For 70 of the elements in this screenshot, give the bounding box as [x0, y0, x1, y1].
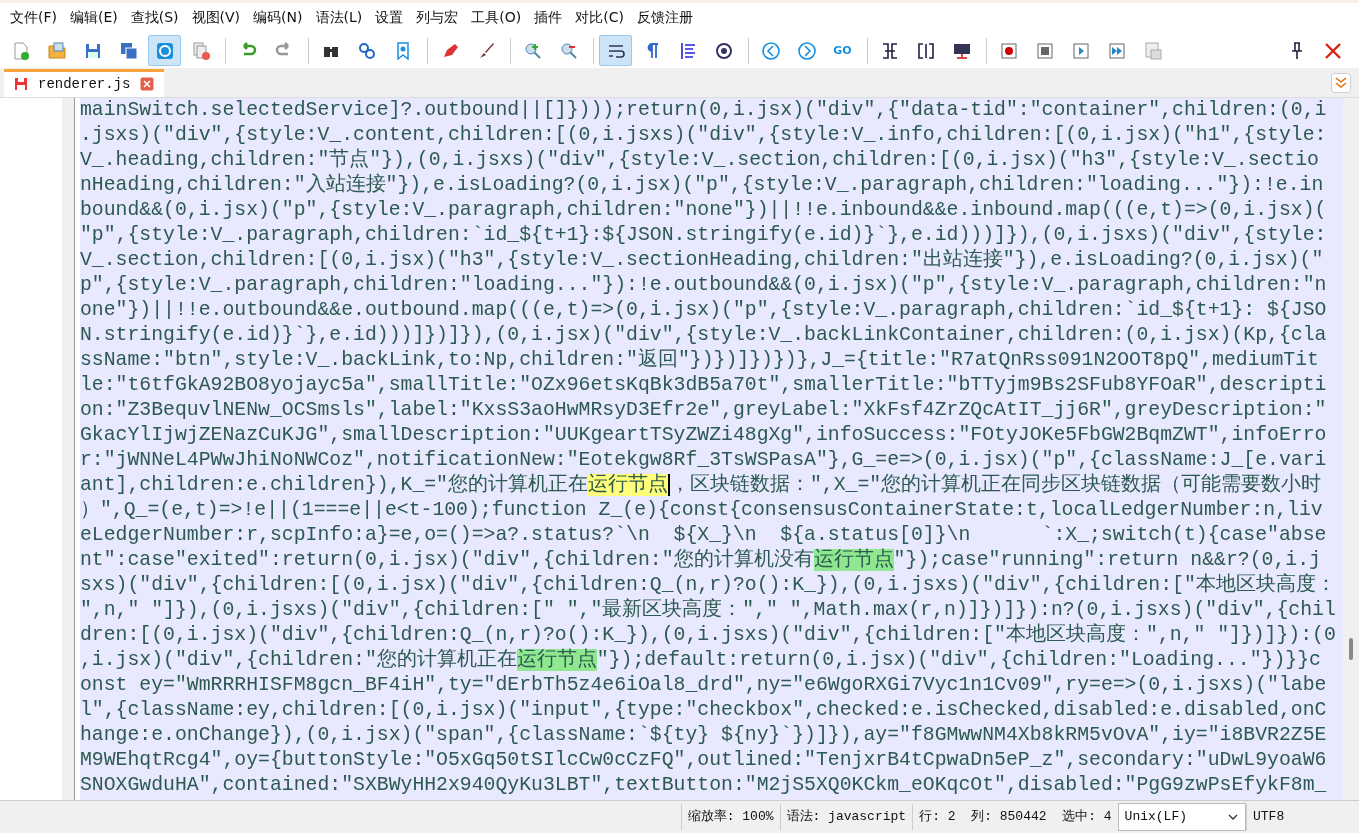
next-icon [796, 40, 817, 61]
code-line: p",{style:V_.paragraph,children:"loading..."}):!e.outbound&&(0,i.jsx)("p",{style:V_.paragraph,children:"n [80, 272, 1328, 298]
code-line: SNOXGwduHA",contained:"SXBWyHH2x940QyKu3LBT",textButton:"M2jS5XQ0KCkm_eOKqcOt",disabled:"PgG9zwPsEfykF8m_ [80, 772, 1328, 798]
go-button[interactable]: GO [826, 35, 859, 67]
menu-item[interactable]: 工具(O) [465, 7, 528, 30]
sync-icon [154, 40, 175, 61]
code-line: V_.heading,children:"节点"}),(0,i.jsxs)("div",{style:V_.section,children:[(0,i.jsx)("h3",{style:V_.sectio [80, 147, 1320, 173]
menu-item[interactable]: 查找(S) [124, 7, 185, 30]
code-line: nt":case"exited":return(0,i.jsx)("div",{children:"您的计算机没有运行节点"});case"running":return n&&r?(0,i.j [80, 547, 1322, 573]
close-all-icon [190, 40, 211, 61]
close-icon[interactable] [1323, 40, 1343, 61]
fast-forward-icon [1106, 40, 1127, 61]
target-icon [713, 40, 734, 61]
save-macro-icon [1142, 40, 1163, 61]
menu-item[interactable]: 插件 [528, 7, 569, 30]
code-line: one"})||!!e.outbound&&e.outbound.map(((e,t)=>(0,i.jsx)("p",{style:V_.paragraph,children:`id_${t+1}: ${JSO [80, 297, 1328, 323]
stop-icon [1034, 40, 1055, 61]
menu-item[interactable]: 对比(C) [569, 7, 630, 30]
sync-button[interactable] [148, 35, 181, 67]
code-line: eLedgerNumber:r,scpInfo:a}=e,o=()=>a?.status?`\n ${X_}\n ${a.status[0]}\n `:X_;switch(t){case"abse [80, 522, 1328, 548]
close-icon[interactable] [140, 77, 155, 92]
code-line: M9WEhqtRcg4",oy={buttonStyle:"O5xGq50tSIlcCw0cCzFQ",outlined:"TenjxrB4tCpwaDn5eP_z",secondary:"uDwL9yoaW6 [80, 747, 1328, 773]
scrollbar[interactable] [1343, 97, 1359, 801]
menu-item[interactable]: 编辑(E) [64, 7, 124, 30]
menu-item[interactable]: 文件(F) [4, 7, 63, 30]
code-line: .jsxs)("div",{style:V_.content,children:[(0,i.jsxs)("div",{style:V_.info,children:[(0,i.jsx)("h1",{style: [80, 122, 1328, 148]
menu-item[interactable]: 语法(L) [309, 7, 369, 30]
code-line: ",n," "]}),(0,i.jsxs)("div",{children:[" ","最新区块高度："," ",Math.max(r,n)]})]}):n?(0,i.jsxs)("div",{chil [80, 597, 1337, 623]
save-all-icon [118, 40, 139, 61]
code-line: nHeading,children:"入站连接"}),e.isLoading?(0,i.jsx)("p",{style:V_.paragraph,children:"loading..."}):!e.in [80, 172, 1325, 198]
code-line: ）",Q_=(e,t)=>!e||(1===e||e<t-100);function Z_(e){const{consensusContainerState:t,localLedgerNumber:n,liv [80, 497, 1324, 523]
code-line: le:"t6tfGkA92BO8yojayc5a",smallTitle:"OZx96etsKqBk3dB5a70t",smallerTitle:"bTTyjm9Bs2SFub8YFOaR",descripti [80, 372, 1328, 398]
cursor-position-status: 行: 2 列: 850442 选中: 4 [912, 804, 1118, 831]
code-line: bound&&(0,i.jsx)("p",{style:V_.paragraph,children:"none"})||!!e.inbound&&e.inbound.map(((e,t)=>(0,i.jsx)( [80, 197, 1328, 223]
previous-icon [760, 40, 781, 61]
record-icon [998, 40, 1019, 61]
chevron-down-icon[interactable] [1331, 72, 1351, 93]
play-icon [1070, 40, 1091, 61]
zoom-status: 缩放率: 100% [680, 804, 780, 831]
encoding-status: UTF8 [1246, 804, 1359, 831]
code-line: N.stringify(e.id)}`},e.id)))]})]}),(0,i.jsx)("div",{style:V_.backLinkContainer,children:(0,i.jsx)(Kp,{cla [80, 322, 1328, 348]
code-line: GkacYlIjwjZENazCuKJG",smallDescription:"UUKgeartTSyZWZi48gXg",infoSuccess:"FOtyJOKe5FbGW2BqmZWT",infoErro [80, 422, 1328, 448]
code-line: onst ey="WmRRRHISFM8gcn_BF4iH",ty="dErbTh5z4e6iOal8_drd",ny="e6WgoRXGi7Vyc1n1Cv09",ry=e=>(0,i.jsxs)("labe [80, 672, 1328, 698]
menu-item[interactable]: 编码(N) [247, 7, 309, 30]
menu-item[interactable]: 视图(V) [185, 7, 247, 30]
menu-item[interactable]: 列与宏 [410, 7, 465, 30]
zoom-out-icon [558, 40, 579, 61]
word-wrap-button[interactable] [599, 35, 632, 67]
column-view-icon [915, 40, 936, 61]
line-ending-dropdown[interactable]: Unix(LF) [1117, 803, 1246, 832]
replace-icon [356, 40, 377, 61]
menu-item[interactable]: 反馈注册 [630, 7, 699, 30]
code-line: mainSwitch.selectedService]?.outbound||[]})));return(0,i.jsx)("div",{"data-tid":"container",children:(0,i [80, 97, 1328, 123]
code-line: "p",{style:V_.paragraph,children:`id_${t+1}:${JSON.stringify(e.id)}`},e.id)))]}),(0,i.jsxs)("div",{style: [80, 222, 1328, 248]
code-line: V_.section,children:[(0,i.jsx)("h3",{style:V_.sectionHeading,children:"出站连接"}),e.isLoading?(0,i.jsx)(" [80, 247, 1325, 273]
code-line: ssName:"btn",style:V_.backLink,to:Np,children:"返回"})})]})})},J_={title:"R7atQnRss091N2OOT8pQ",mediumTit [80, 347, 1320, 373]
code-line: r:"jWNNeL4PWwJhiNoNWCoz",notificationNew:"Eotekgw8Rf_3TsWSPasA"},G_=e=>(0,i.jsx)("p",{className:J_[e.vari [80, 447, 1328, 473]
code-line: ant],children:e.children}),K_="您的计算机正在运行节点，区块链数据：",X_="您的计算机正在同步区块链数据（可能需要数小时 [80, 472, 1323, 498]
code-line: l",{className:ey,children:[(0,i.jsx)("input",{type:"checkbox",checked:e.isChecked,disabled:e.disabled,onC [80, 697, 1328, 723]
code-line: sxs)("div",{children:[(0,i.jsx)("div",{children:Q_(n,r)?o():K_}),(0,i.jsxs)("div",{children:["本地区块高度： [80, 572, 1337, 598]
file-tab[interactable]: renderer.js [4, 68, 165, 97]
code-line: ,i.jsx)("div",{children:"您的计算机正在运行节点"});default:return(0,i.jsx)("div",{children:"Loading..."})}}c [80, 647, 1322, 673]
tab-label: renderer.js [38, 76, 131, 93]
language-status: 语法: javascript [779, 804, 913, 831]
menu-item[interactable]: 设置 [369, 7, 410, 30]
code-line: hange:e.onChange}),(0,i.jsx)("span",{className:`${ty} ${ny}`})]}),ay="f8GMwwNM4Xb8kRM5vOvA",iy="i8BVR2Z5E [80, 722, 1328, 748]
code-line: on:"Z3BequvlNENw_OCSmsls",label:"KxsS3aoHwMRsyD3Efr2e",greyLabel:"XkFsf4ZrZQcAtIT_jj6R",greyDescription:" [80, 397, 1328, 423]
zoom-in-icon [522, 40, 543, 61]
code-line: dren:[(0,i.jsx)("div",{children:Q_(n,r)?o():K_}),(0,i.jsxs)("div",{children:["本地区块高度：",n," "]})]}):(0 [80, 622, 1337, 648]
open-folder-icon [46, 40, 67, 61]
